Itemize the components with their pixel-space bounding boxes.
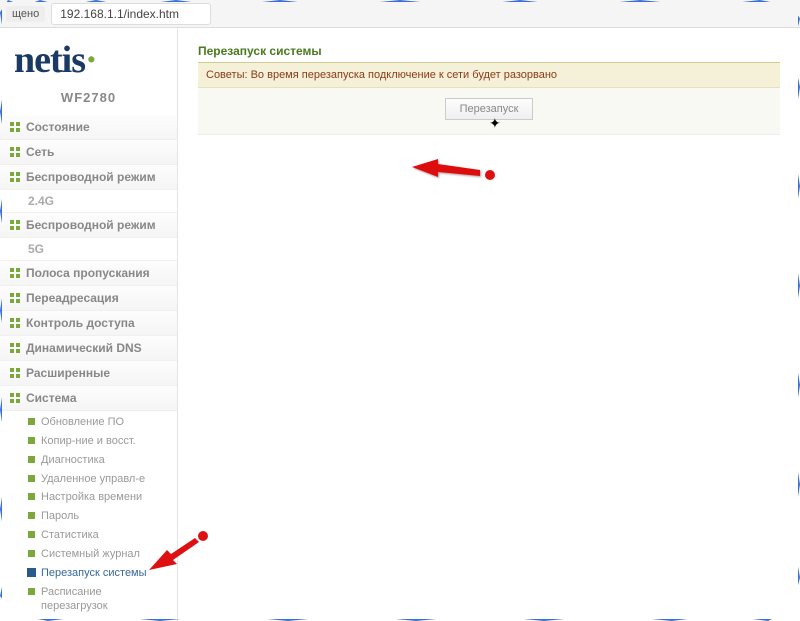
bullet-icon (28, 512, 35, 519)
sidebar-item-label: Переадресация (26, 291, 119, 305)
sub-firmware[interactable]: Обновление ПО (0, 413, 177, 432)
sidebar-item-forwarding[interactable]: Переадресация (0, 286, 177, 311)
sub-label: Настройка времени (41, 490, 142, 505)
sub-label: Статистика (41, 528, 99, 543)
bullet-icon (28, 493, 35, 500)
sub-label: Расписание перезагрузок (41, 585, 171, 615)
model-label: WF2780 (0, 84, 177, 115)
grid-icon (10, 368, 20, 378)
sub-label: Диагностика (41, 453, 105, 468)
grid-icon (10, 393, 20, 403)
band-5g: 5G (0, 238, 177, 261)
bullet-icon (28, 475, 35, 482)
sidebar-item-access-control[interactable]: Контроль доступа (0, 311, 177, 336)
grid-icon (10, 293, 20, 303)
bullet-icon (28, 569, 35, 576)
sub-restart[interactable]: Перезапуск системы (0, 564, 177, 583)
sidebar-item-label: Система (26, 391, 77, 405)
sub-password[interactable]: Пароль (0, 507, 177, 526)
bullet-icon (28, 456, 35, 463)
grid-icon (10, 147, 20, 157)
sub-schedule[interactable]: Расписание перезагрузок (0, 583, 177, 617)
sidebar-item-label: Беспроводной режим (26, 170, 156, 184)
grid-icon (10, 220, 20, 230)
bullet-icon (28, 550, 35, 557)
sub-remote[interactable]: Удаленное управл-е (0, 470, 177, 489)
band-24g: 2.4G (0, 190, 177, 213)
sub-backup[interactable]: Копир-ние и восст. (0, 432, 177, 451)
grid-icon (10, 172, 20, 182)
sub-label: Системный журнал (41, 547, 140, 562)
secure-badge: щено (6, 6, 45, 22)
sidebar-item-label: Состояние (26, 120, 90, 134)
grid-icon (10, 268, 20, 278)
url-box[interactable]: 192.168.1.1/index.htm (51, 3, 211, 25)
sub-time[interactable]: Настройка времени (0, 488, 177, 507)
page-title: Перезапуск системы (198, 44, 780, 63)
grid-icon (10, 318, 20, 328)
restart-button-label: Перезапуск (460, 103, 519, 115)
tips-bar: Советы: Во время перезапуска подключение… (198, 63, 780, 88)
sub-statistics[interactable]: Статистика (0, 526, 177, 545)
sub-diagnostics[interactable]: Диагностика (0, 451, 177, 470)
sidebar-item-bandwidth[interactable]: Полоса пропускания (0, 261, 177, 286)
bullet-icon (28, 437, 35, 444)
main-content: Перезапуск системы Советы: Во время пере… (178, 28, 800, 621)
sidebar-item-status[interactable]: Состояние (0, 115, 177, 140)
sub-label: Копир-ние и восст. (41, 434, 136, 449)
sidebar-item-system[interactable]: Система (0, 386, 177, 411)
sidebar-item-label: Контроль доступа (26, 316, 135, 330)
action-row: Перезапуск ✦ (198, 88, 780, 135)
grid-icon (10, 122, 20, 132)
sub-syslog[interactable]: Системный журнал (0, 545, 177, 564)
bullet-icon (28, 418, 35, 425)
sidebar-item-wireless-5g[interactable]: Беспроводной режим (0, 213, 177, 238)
sub-label: Удаленное управл-е (41, 472, 145, 487)
sidebar-item-label: Динамический DNS (26, 341, 142, 355)
sidebar-item-label: Сеть (26, 145, 54, 159)
sidebar-item-wireless-24g[interactable]: Беспроводной режим (0, 165, 177, 190)
sidebar-item-label: Беспроводной режим (26, 218, 156, 232)
sub-label: Перезапуск системы (41, 566, 147, 581)
sidebar-item-label: Полоса пропускания (26, 266, 150, 280)
sidebar-item-advanced[interactable]: Расширенные (0, 361, 177, 386)
brand-logo: netis· (0, 34, 177, 84)
brand-dot-icon: · (85, 39, 97, 81)
sidebar-item-ddns[interactable]: Динамический DNS (0, 336, 177, 361)
sidebar: netis· WF2780 Состояние Сеть Беспроводно… (0, 28, 178, 621)
restart-button[interactable]: Перезапуск ✦ (445, 98, 534, 120)
sidebar-item-label: Расширенные (26, 366, 110, 380)
sub-label: Обновление ПО (41, 415, 124, 430)
cursor-icon: ✦ (489, 115, 501, 132)
sub-label: Пароль (41, 509, 79, 524)
system-submenu: Обновление ПО Копир-ние и восст. Диагнос… (0, 411, 177, 620)
sidebar-item-network[interactable]: Сеть (0, 140, 177, 165)
grid-icon (10, 343, 20, 353)
brand-text: netis (14, 39, 85, 81)
bullet-icon (28, 531, 35, 538)
bullet-icon (28, 588, 35, 595)
browser-address-bar: щено 192.168.1.1/index.htm (0, 0, 800, 28)
